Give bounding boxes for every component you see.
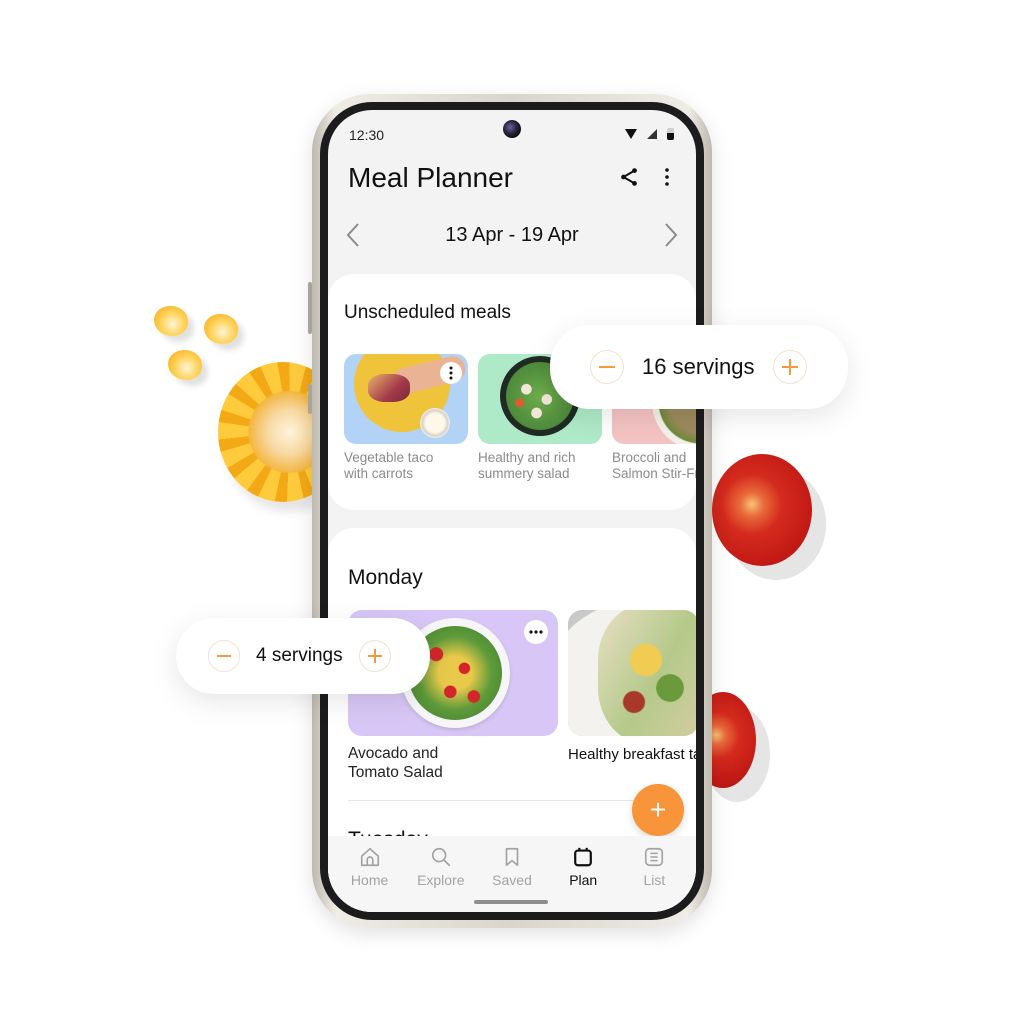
meal-name-line: Avocado and	[348, 745, 439, 762]
calendar-icon	[574, 847, 593, 867]
front-camera	[503, 120, 521, 138]
meal-image	[344, 354, 468, 444]
nav-label: Plan	[569, 872, 598, 888]
plus-icon: +	[649, 794, 667, 825]
wifi-icon	[625, 129, 637, 139]
meal-options-button[interactable]	[524, 620, 548, 644]
day-divider	[348, 800, 676, 801]
battery-icon	[667, 128, 674, 140]
nav-label: Explore	[417, 872, 465, 888]
search-icon	[431, 847, 450, 867]
corn-kernel	[204, 314, 238, 344]
nav-item-plan[interactable]: Plan	[548, 836, 619, 912]
share-icon[interactable]	[618, 166, 640, 188]
unscheduled-meals-title: Unscheduled meals	[344, 302, 511, 323]
list-icon	[645, 847, 664, 867]
add-meal-fab[interactable]: +	[632, 784, 684, 836]
volume-button	[308, 282, 312, 334]
nav-label: Home	[350, 872, 389, 888]
more-options-icon[interactable]	[660, 166, 674, 188]
meal-name: Healthy and rich summery salad	[478, 450, 602, 482]
servings-value: 4 servings	[256, 645, 343, 666]
decrease-servings-button[interactable]	[208, 640, 240, 672]
next-week-chevron-icon[interactable]	[658, 222, 682, 248]
meal-options-button[interactable]	[440, 362, 462, 384]
day-title-monday: Monday	[348, 566, 423, 589]
meal-image	[568, 610, 696, 736]
phone-frame: 12:30 Meal Planner 13 Apr - 19 Apr Unsch…	[308, 94, 712, 928]
bookmark-icon	[505, 847, 519, 867]
increase-servings-button[interactable]	[358, 640, 391, 672]
home-indicator[interactable]	[474, 900, 548, 904]
status-time: 12:30	[349, 127, 385, 143]
week-range-label: 13 Apr - 19 Apr	[445, 224, 579, 246]
meal-name-line: Salmon Stir-Fry	[612, 466, 696, 481]
servings-stepper: 4 servings	[176, 618, 430, 694]
home-icon	[360, 847, 379, 867]
meal-name-line: with carrots	[344, 466, 414, 481]
power-button	[308, 384, 312, 414]
meal-name-line: Vegetable taco	[344, 450, 434, 465]
nav-item-explore[interactable]: Explore	[405, 836, 476, 912]
app-screen: 12:30 Meal Planner 13 Apr - 19 Apr Unsch…	[328, 110, 696, 912]
week-navigator: 13 Apr - 19 Apr	[328, 218, 696, 252]
nav-item-home[interactable]: Home	[334, 836, 405, 912]
meal-name: Avocado and Tomato Salad	[348, 744, 558, 782]
meal-name: Broccoli and Salmon Stir-Fry	[612, 450, 696, 482]
nav-label: List	[643, 872, 666, 888]
more-horizontal-icon	[529, 630, 543, 634]
signal-icon	[647, 129, 657, 139]
corn-kernel	[168, 350, 202, 380]
status-icons	[625, 128, 674, 140]
meal-name-line: Tomato Salad	[348, 764, 443, 781]
nav-label: Saved	[492, 872, 532, 888]
app-header: Meal Planner	[328, 154, 696, 206]
status-bar: 12:30	[328, 110, 696, 154]
more-vertical-icon	[449, 366, 453, 380]
meal-name: Healthy breakfast taco	[568, 746, 696, 763]
meal-name: Vegetable taco with carrots	[344, 450, 468, 482]
meal-name-line: Broccoli and	[612, 450, 687, 465]
page-title: Meal Planner	[348, 162, 513, 193]
corn-kernel	[154, 306, 188, 336]
nav-item-list[interactable]: List	[619, 836, 690, 912]
tomato-slice	[712, 454, 812, 566]
decrease-servings-button[interactable]	[590, 350, 624, 384]
meal-card[interactable]: Healthy breakfast taco	[568, 610, 696, 782]
meal-name-line: summery salad	[478, 466, 570, 481]
meal-card[interactable]: Vegetable taco with carrots	[344, 354, 468, 482]
servings-value: 16 servings	[642, 354, 755, 379]
meal-name-line: Healthy and rich	[478, 450, 576, 465]
servings-stepper: 16 servings	[550, 325, 848, 409]
increase-servings-button[interactable]	[772, 350, 807, 384]
